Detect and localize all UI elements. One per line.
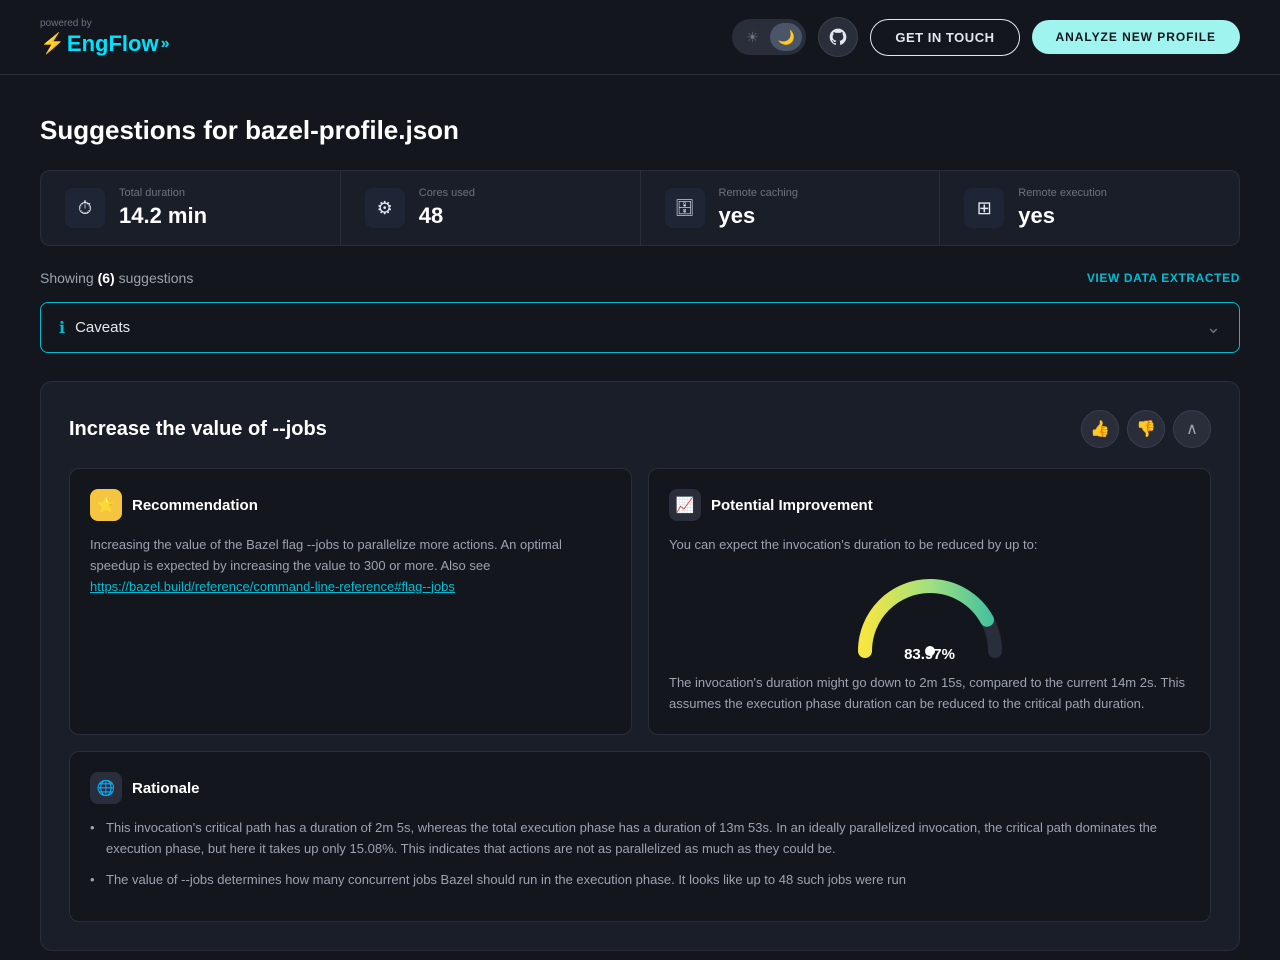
suggestion-actions: 👍 👎 ∧ [1081,410,1211,448]
gauge-chart [850,566,1010,656]
execution-icon: ⊞ [964,188,1004,228]
get-in-touch-button[interactable]: GET IN TOUCH [870,19,1019,56]
github-button[interactable] [818,17,858,57]
chevron-down-icon: ⌄ [1206,317,1221,338]
rationale-list: This invocation's critical path has a du… [90,818,1190,890]
potential-intro: You can expect the invocation's duration… [669,535,1190,556]
logo: ⚡ EngFlow » [40,31,169,57]
logo-arrows: » [161,35,170,53]
stats-row: ⏱ Total duration 14.2 min ⚙ Cores used 4… [40,170,1240,246]
recommendation-title: Recommendation [132,497,258,514]
cores-value: 48 [419,203,475,229]
showing-count: (6) [98,270,115,286]
showing-line: Showing (6) suggestions VIEW DATA EXTRAC… [40,270,1240,286]
stat-cores-used: ⚙ Cores used 48 [341,171,641,245]
duration-value: 14.2 min [119,203,207,229]
execution-value: yes [1018,203,1107,229]
app-header: powered by ⚡ EngFlow » ☀ 🌙 GET IN TOUCH … [0,0,1280,75]
view-data-link[interactable]: VIEW DATA EXTRACTED [1087,271,1240,285]
page-title: Suggestions for bazel-profile.json [40,115,1240,146]
gauge-percentage: 83.97% [904,646,955,663]
collapse-button[interactable]: ∧ [1173,410,1211,448]
header-actions: ☀ 🌙 GET IN TOUCH ANALYZE NEW PROFILE [732,17,1240,57]
cores-label: Cores used [419,187,475,199]
caching-label: Remote caching [719,187,799,199]
stat-remote-caching: 🗄 Remote caching yes [641,171,941,245]
logo-icon: ⚡ [40,31,65,56]
potential-improvement-card: 📈 Potential Improvement You can expect t… [648,468,1211,735]
potential-detail: The invocation's duration might go down … [669,673,1190,715]
recommendation-icon: ⭐ [90,489,122,521]
duration-label: Total duration [119,187,207,199]
stat-total-duration: ⏱ Total duration 14.2 min [41,171,341,245]
logo-wordmark: EngFlow [67,31,159,57]
theme-toggle: ☀ 🌙 [732,19,806,55]
analyze-new-profile-button[interactable]: ANALYZE NEW PROFILE [1032,20,1240,54]
two-col-grid: ⭐ Recommendation Increasing the value of… [69,468,1211,735]
light-theme-button[interactable]: ☀ [736,23,768,51]
dark-theme-button[interactable]: 🌙 [770,23,802,51]
info-icon: ℹ [59,318,65,338]
cores-icon: ⚙ [365,188,405,228]
caveats-label: Caveats [75,319,130,336]
github-icon [828,27,848,47]
rationale-item-2: The value of --jobs determines how many … [90,870,1190,891]
rationale-icon: 🌐 [90,772,122,804]
powered-by-text: powered by [40,18,169,29]
showing-count-text: Showing (6) suggestions [40,270,193,286]
recommendation-card: ⭐ Recommendation Increasing the value of… [69,468,632,735]
stat-remote-execution: ⊞ Remote execution yes [940,171,1239,245]
caching-icon: 🗄 [665,188,705,228]
caching-value: yes [719,203,799,229]
potential-icon: 📈 [669,489,701,521]
rationale-item-1: This invocation's critical path has a du… [90,818,1190,860]
rationale-title-text: Rationale [132,780,200,797]
execution-label: Remote execution [1018,187,1107,199]
recommendation-link[interactable]: https://bazel.build/reference/command-li… [90,579,455,594]
suggestion-card: Increase the value of --jobs 👍 👎 ∧ ⭐ Rec… [40,381,1240,951]
rationale-card: 🌐 Rationale This invocation's critical p… [69,751,1211,921]
suggestion-title: Increase the value of --jobs [69,418,327,441]
main-content: Suggestions for bazel-profile.json ⏱ Tot… [0,75,1280,951]
logo-area: powered by ⚡ EngFlow » [40,18,169,57]
potential-title: Potential Improvement [711,497,873,514]
recommendation-body: Increasing the value of the Bazel flag -… [90,535,611,597]
thumbs-down-button[interactable]: 👎 [1127,410,1165,448]
gauge-area: 83.97% [669,566,1190,663]
caveats-row[interactable]: ℹ Caveats ⌄ [40,302,1240,353]
thumbs-up-button[interactable]: 👍 [1081,410,1119,448]
duration-icon: ⏱ [65,188,105,228]
